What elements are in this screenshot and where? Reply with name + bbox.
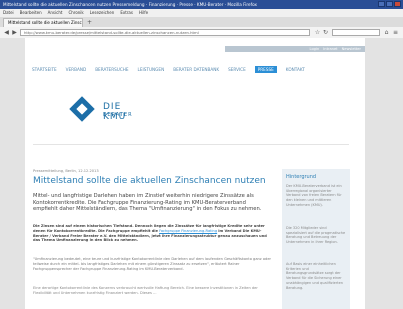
fachgruppe-link[interactable]: Fachgruppe Finanzierung-Rating	[159, 229, 217, 233]
nav-leistungen[interactable]: LEISTUNGEN	[138, 67, 165, 72]
article-headline: Mittelstand sollte die aktuellen Zinscha…	[33, 176, 266, 186]
nav-service[interactable]: SERVICE	[228, 67, 246, 72]
maximize-button[interactable]	[386, 1, 393, 7]
url-input[interactable]: http://www.kmu-berater.de/presse/mittels…	[20, 29, 310, 36]
sidebar-heading: Hintergrund	[286, 174, 317, 180]
nav-presse[interactable]: PRESSE	[254, 66, 277, 73]
sidebar-background-box: Hintergrund Der KMU-Beraterverband ist e…	[282, 169, 350, 309]
menu-view[interactable]: Ansicht	[48, 9, 63, 17]
article-date: Pressemitteilung, Berlin, 12.12.2013	[33, 169, 99, 173]
menu-icon[interactable]: ≡	[392, 29, 399, 36]
utility-links: Login Intranet Newsletter	[225, 46, 365, 52]
newsletter-link[interactable]: Newsletter	[342, 46, 361, 52]
login-link[interactable]: Login	[310, 46, 320, 52]
page-content: Login Intranet Newsletter STARTSEITE VER…	[25, 38, 365, 309]
article-paragraph-3: Eine derartige Kontokorrentlinie des Kon…	[33, 286, 258, 295]
sidebar-paragraph-2: Die 320 Mitglieder sind spezialisiert au…	[286, 226, 346, 245]
menu-tools[interactable]: Extras	[120, 9, 133, 17]
nav-berater-datenbank[interactable]: BERATER DATENBANK	[173, 67, 219, 72]
divider	[33, 144, 349, 145]
menu-bar: Datei Bearbeiten Ansicht Chronik Lesezei…	[0, 9, 403, 17]
reload-icon[interactable]: ↻	[322, 29, 329, 36]
window-titlebar: Mittelstand sollte die aktuellen Zinscha…	[0, 0, 403, 9]
nav-beratersuche[interactable]: BERATERSUCHE	[95, 67, 128, 72]
new-tab-icon[interactable]: +	[86, 19, 93, 26]
menu-edit[interactable]: Bearbeiten	[20, 9, 42, 17]
menu-bookmarks[interactable]: Lesezeichen	[90, 9, 115, 17]
menu-file[interactable]: Datei	[3, 9, 14, 17]
main-navigation: STARTSEITE VERBAND BERATERSUCHE LEISTUNG…	[25, 65, 365, 74]
menu-history[interactable]: Chronik	[68, 9, 83, 17]
sidebar-paragraph-3: Auf Basis einer einheitlichen Kriterien …	[286, 262, 343, 290]
sidebar-paragraph-1: Der KMU-Beraterverband ist ein überregio…	[286, 184, 342, 207]
nav-startseite[interactable]: STARTSEITE	[32, 67, 57, 72]
intranet-link[interactable]: Intranet	[323, 46, 337, 52]
window-title: Mittelstand sollte die aktuellen Zinscha…	[3, 2, 258, 7]
article-paragraph-1: Die Zinsen sind auf einem historischen T…	[33, 224, 271, 243]
window-controls	[378, 1, 401, 7]
close-button[interactable]	[394, 1, 401, 7]
browser-tab[interactable]: Mittelstand sollte die aktuellen Zinscha…	[3, 18, 83, 27]
menu-help[interactable]: Hilfe	[139, 9, 148, 17]
site-logo[interactable]: DIE KMU BERATER	[68, 94, 148, 132]
page-viewport: Login Intranet Newsletter STARTSEITE VER…	[0, 38, 403, 309]
search-input[interactable]	[332, 29, 380, 36]
minimize-button[interactable]	[378, 1, 385, 7]
forward-icon[interactable]: ▶	[11, 29, 18, 36]
article-paragraph-2: "Umfinanzierung bedeutet, eine teure und…	[33, 257, 272, 271]
bookmark-star-icon[interactable]: ☆	[314, 29, 321, 36]
back-icon[interactable]: ◀	[3, 29, 10, 36]
home-icon[interactable]: ⌂	[383, 29, 390, 36]
article-lead: Mittel- und langfristige Darlehen haben …	[33, 193, 262, 213]
logo-text-line2: BERATER	[103, 112, 133, 118]
nav-verband[interactable]: VERBAND	[66, 67, 87, 72]
nav-kontakt[interactable]: KONTAKT	[286, 67, 305, 72]
